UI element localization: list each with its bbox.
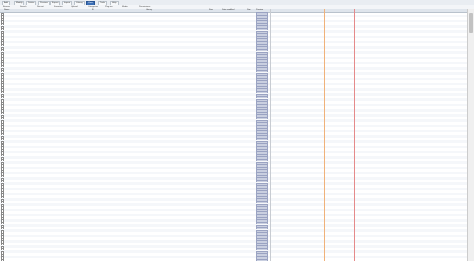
col-id-header[interactable]: ID [92, 9, 94, 11]
tab-browse[interactable]: Browse [3, 6, 10, 9]
col-size-header[interactable]: Size [209, 9, 213, 11]
tab-permissions[interactable]: Permissions [139, 6, 150, 9]
col-name-header[interactable]: Name [4, 9, 9, 11]
tab-categories[interactable]: Categories [88, 6, 98, 9]
tab-favorites[interactable]: Favorites [54, 6, 63, 9]
tab-plug-ins[interactable]: Plug-ins [105, 6, 113, 9]
tab-search[interactable]: Search [20, 6, 27, 9]
scrollbar-thumb[interactable] [469, 13, 473, 33]
column-divider [324, 9, 325, 261]
column-divider [270, 9, 271, 261]
tab-upload[interactable]: Upload [71, 6, 78, 9]
col-preview-header[interactable]: Preview [256, 9, 263, 11]
table-row[interactable] [0, 258, 468, 261]
column-divider [354, 9, 355, 261]
col-library-header[interactable]: Library [146, 9, 152, 11]
file-table [0, 12, 468, 261]
tab-recent[interactable]: Recent [37, 6, 44, 9]
col-dim-header[interactable]: Dim [247, 9, 251, 11]
col-date-header[interactable]: Date modified [222, 9, 234, 11]
tab-media[interactable]: Media [122, 6, 128, 9]
vertical-scrollbar[interactable] [467, 9, 474, 261]
